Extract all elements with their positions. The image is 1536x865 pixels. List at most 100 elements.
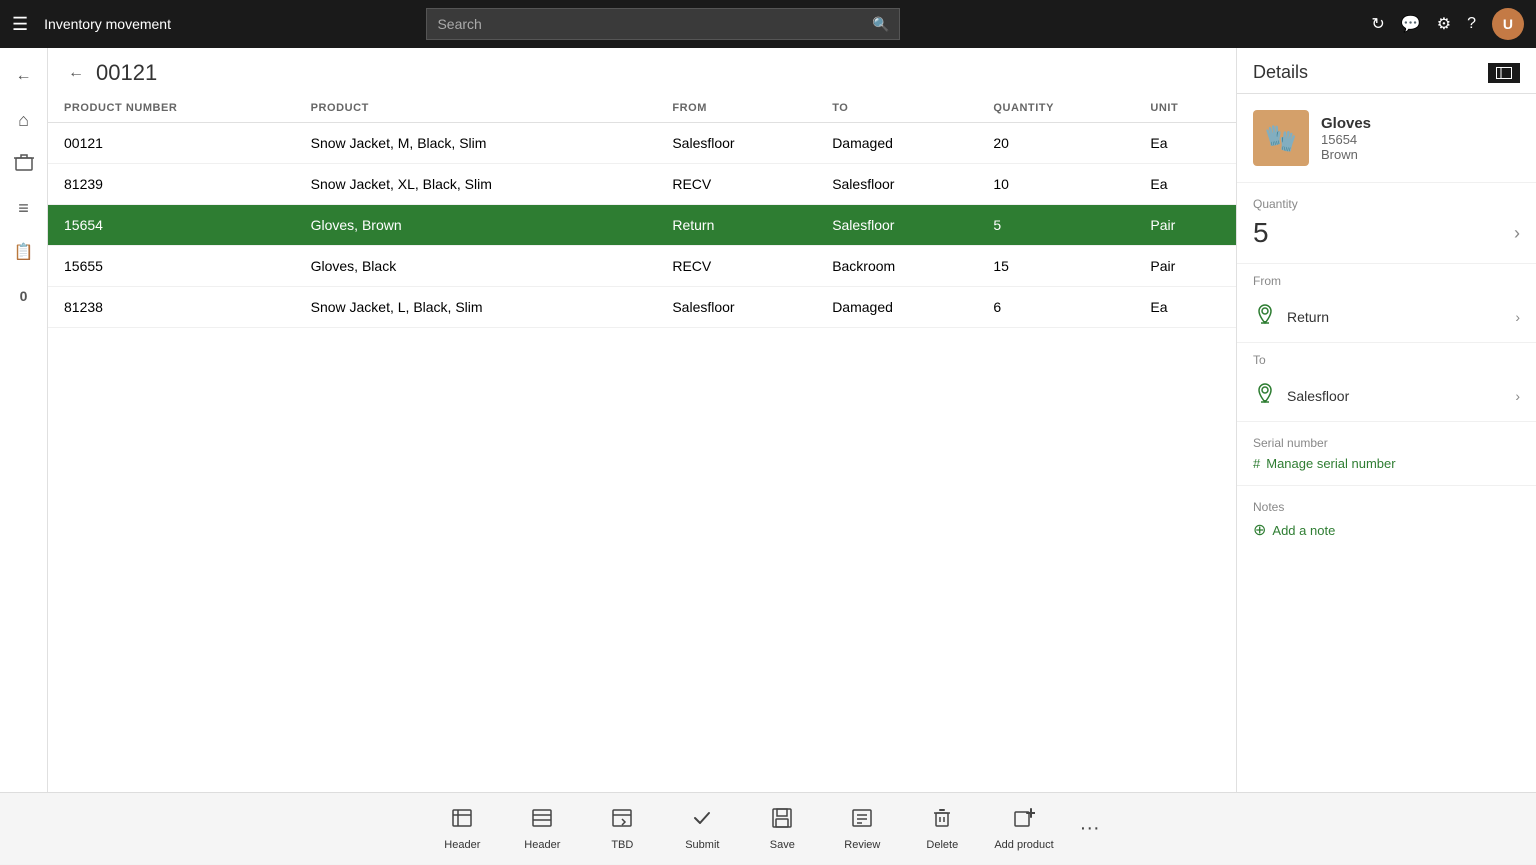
- add-note-text: Add a note: [1272, 523, 1335, 538]
- cell-quantity: 20: [977, 123, 1134, 164]
- table-row[interactable]: 15654Gloves, BrownReturnSalesfloor5Pair: [48, 205, 1236, 246]
- cell-from: RECV: [656, 246, 816, 287]
- sidebar-item-back[interactable]: ←: [4, 56, 44, 96]
- cell-product: Snow Jacket, XL, Black, Slim: [295, 164, 657, 205]
- quantity-section: Quantity 5 ›: [1237, 183, 1536, 264]
- hamburger-menu-icon[interactable]: ☰: [12, 14, 28, 35]
- comment-icon[interactable]: 💬: [1401, 14, 1421, 34]
- add-product-icon: [1013, 807, 1035, 835]
- quantity-chevron[interactable]: ›: [1514, 223, 1520, 244]
- submit-label: Submit: [685, 839, 719, 851]
- cell-product-number: 15654: [48, 205, 295, 246]
- toolbar-header1-button[interactable]: Header: [422, 793, 502, 865]
- toolbar-header2-button[interactable]: Header: [502, 793, 582, 865]
- refresh-icon[interactable]: ↻: [1371, 14, 1384, 34]
- product-image: 🧤: [1253, 110, 1309, 166]
- product-details: Gloves 15654 Brown: [1321, 115, 1371, 162]
- product-number: 15654: [1321, 132, 1371, 147]
- to-chevron: ›: [1515, 388, 1520, 404]
- table-row[interactable]: 00121Snow Jacket, M, Black, SlimSalesflo…: [48, 123, 1236, 164]
- cell-from: Salesfloor: [656, 123, 816, 164]
- toolbar-add-product-button[interactable]: Add product: [982, 793, 1065, 865]
- delete-icon: [931, 807, 953, 835]
- search-bar[interactable]: 🔍: [426, 8, 900, 40]
- cell-quantity: 6: [977, 287, 1134, 328]
- location-to-icon: [1253, 381, 1277, 411]
- more-icon: ···: [1080, 817, 1100, 840]
- col-from: FROM: [656, 94, 816, 123]
- details-expand-button[interactable]: [1488, 63, 1520, 83]
- inventory-table: PRODUCT NUMBER PRODUCT FROM TO QUANTITY …: [48, 94, 1236, 328]
- add-note-icon: ⊕: [1253, 520, 1266, 540]
- search-icon: 🔍: [872, 16, 889, 33]
- cell-product: Gloves, Black: [295, 246, 657, 287]
- sidebar-badge[interactable]: 0: [4, 276, 44, 316]
- details-panel: Details 🧤 Gloves 15654 Brown Quantity: [1236, 48, 1536, 792]
- cell-product-number: 81239: [48, 164, 295, 205]
- sidebar-item-home[interactable]: ⌂: [4, 100, 44, 140]
- location-from-icon: [1253, 302, 1277, 332]
- serial-link-text: Manage serial number: [1266, 456, 1395, 471]
- cell-product: Snow Jacket, M, Black, Slim: [295, 123, 657, 164]
- notes-section: Notes ⊕ Add a note: [1237, 486, 1536, 554]
- cell-quantity: 15: [977, 246, 1134, 287]
- to-row-left: Salesfloor: [1253, 381, 1349, 411]
- col-product: PRODUCT: [295, 94, 657, 123]
- avatar[interactable]: U: [1492, 8, 1524, 40]
- settings-icon[interactable]: ⚙: [1437, 14, 1451, 34]
- cell-unit: Ea: [1134, 164, 1236, 205]
- save-label: Save: [770, 839, 795, 851]
- toolbar-submit-button[interactable]: Submit: [662, 793, 742, 865]
- col-quantity: QUANTITY: [977, 94, 1134, 123]
- table-row[interactable]: 15655Gloves, BlackRECVBackroom15Pair: [48, 246, 1236, 287]
- box-icon: [13, 151, 35, 178]
- sidebar-item-list[interactable]: ≡: [4, 188, 44, 228]
- table-row[interactable]: 81238Snow Jacket, L, Black, SlimSalesflo…: [48, 287, 1236, 328]
- add-product-label: Add product: [994, 839, 1053, 851]
- table-row[interactable]: 81239Snow Jacket, XL, Black, SlimRECVSal…: [48, 164, 1236, 205]
- list-icon: ≡: [18, 198, 29, 219]
- col-to: TO: [816, 94, 977, 123]
- content-area: ← 00121 PRODUCT NUMBER PRODUCT FROM TO Q…: [48, 48, 1536, 792]
- sidebar-item-clipboard[interactable]: 📋: [4, 232, 44, 272]
- quantity-label: Quantity: [1253, 197, 1520, 211]
- toolbar-more-button[interactable]: ···: [1066, 793, 1114, 865]
- cell-unit: Pair: [1134, 246, 1236, 287]
- header2-icon: [531, 807, 553, 835]
- cell-unit: Ea: [1134, 287, 1236, 328]
- main-layout: ← ⌂ ≡ 📋 0 ← 00121: [0, 48, 1536, 792]
- tbd-label: TBD: [611, 839, 633, 851]
- cell-unit: Pair: [1134, 205, 1236, 246]
- to-row[interactable]: Salesfloor ›: [1237, 371, 1536, 422]
- add-note-button[interactable]: ⊕ Add a note: [1253, 520, 1520, 540]
- manage-serial-link[interactable]: # Manage serial number: [1253, 456, 1520, 471]
- help-icon[interactable]: ?: [1467, 15, 1476, 33]
- table-header-row: PRODUCT NUMBER PRODUCT FROM TO QUANTITY …: [48, 94, 1236, 123]
- app-title: Inventory movement: [44, 16, 171, 32]
- top-bar: ☰ Inventory movement 🔍 ↻ 💬 ⚙ ? U: [0, 0, 1536, 48]
- serial-number-section: Serial number # Manage serial number: [1237, 422, 1536, 486]
- header2-label: Header: [524, 839, 560, 851]
- to-section-label: To: [1237, 343, 1536, 371]
- cell-product-number: 00121: [48, 123, 295, 164]
- toolbar-review-button[interactable]: Review: [822, 793, 902, 865]
- submit-icon: [691, 807, 713, 835]
- from-value: Return: [1287, 309, 1329, 325]
- back-button[interactable]: ←: [68, 64, 84, 82]
- toolbar-delete-button[interactable]: Delete: [902, 793, 982, 865]
- toolbar-save-button[interactable]: Save: [742, 793, 822, 865]
- delete-label: Delete: [926, 839, 958, 851]
- home-icon: ⌂: [18, 110, 29, 131]
- from-row[interactable]: Return ›: [1237, 292, 1536, 343]
- tbd-icon: [611, 807, 633, 835]
- cell-to: Damaged: [816, 123, 977, 164]
- cell-quantity: 10: [977, 164, 1134, 205]
- cell-product: Snow Jacket, L, Black, Slim: [295, 287, 657, 328]
- sidebar-item-inventory[interactable]: [4, 144, 44, 184]
- serial-label: Serial number: [1253, 436, 1520, 450]
- header1-icon: [451, 807, 473, 835]
- page-title: 00121: [96, 60, 157, 86]
- toolbar-tbd-button[interactable]: TBD: [582, 793, 662, 865]
- search-input[interactable]: [437, 16, 872, 32]
- cell-to: Damaged: [816, 287, 977, 328]
